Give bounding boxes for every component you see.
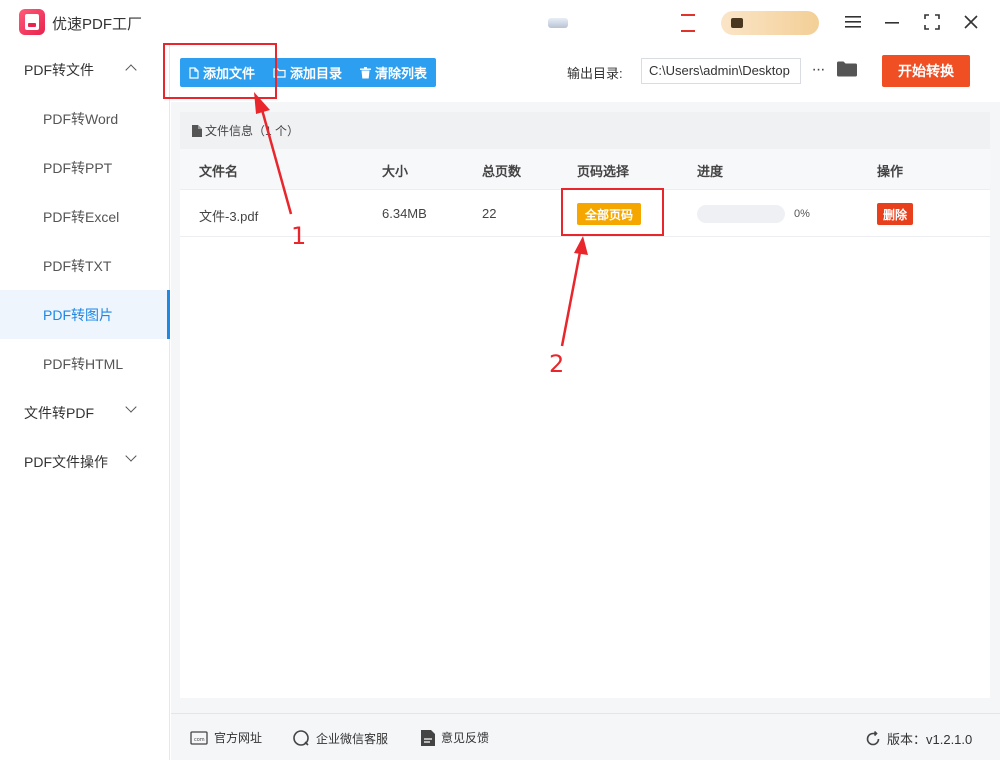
chevron-up-icon xyxy=(125,64,137,76)
sidebar-group-label: PDF转文件 xyxy=(24,61,94,78)
menu-icon[interactable] xyxy=(842,11,864,33)
delete-button[interactable]: 删除 xyxy=(877,203,914,225)
footer: com 官方网址 企业微信客服 意见反馈 版本：v1.2.1.0 xyxy=(171,713,1000,760)
clear-list-button[interactable]: 清除列表 xyxy=(351,58,436,87)
column-header-action: 操作 xyxy=(877,164,904,179)
version-info[interactable]: 版本：v1.2.1.0 xyxy=(865,729,972,748)
feedback-label: 意见反馈 xyxy=(441,731,490,745)
sidebar-item-pdf-to-txt[interactable]: PDF转TXT xyxy=(0,241,170,290)
add-directory-label: 添加目录 xyxy=(290,66,343,81)
page-count: 22 xyxy=(482,206,497,221)
refresh-icon xyxy=(866,730,880,745)
progress-text: 0% xyxy=(794,208,810,220)
chevron-down-icon xyxy=(125,450,137,462)
minimize-icon[interactable] xyxy=(881,11,903,33)
sidebar: PDF转文件 PDF转Word PDF转PPT PDF转Excel PDF转TX… xyxy=(0,44,170,760)
sidebar-item-pdf-to-image[interactable]: PDF转图片 xyxy=(0,290,170,339)
chat-icon xyxy=(293,730,309,746)
feedback-icon xyxy=(421,729,435,746)
sidebar-item-pdf-to-excel[interactable]: PDF转Excel xyxy=(0,192,170,241)
output-path-field[interactable]: C:\Users\admin\Desktop xyxy=(641,58,801,84)
version-label: 版本：v1.2.1.0 xyxy=(887,732,973,747)
sidebar-item-pdf-to-html[interactable]: PDF转HTML xyxy=(0,339,170,388)
document-icon xyxy=(192,124,202,137)
vip-icon xyxy=(731,18,743,28)
website-label: 官方网址 xyxy=(214,731,263,745)
table-header: 文件名 大小 总页数 页码选择 进度 操作 xyxy=(180,149,990,189)
app-title: 优速PDF工厂 xyxy=(52,16,143,33)
column-header-pages: 总页数 xyxy=(482,164,522,179)
file-size: 6.34MB xyxy=(382,206,427,221)
open-folder-icon[interactable] xyxy=(837,61,857,80)
sidebar-group-label: 文件转PDF xyxy=(24,404,94,421)
add-directory-button[interactable]: 添加目录 xyxy=(264,58,351,87)
wechat-service-label: 企业微信客服 xyxy=(316,731,389,746)
chevron-down-icon xyxy=(125,401,137,413)
maximize-icon[interactable] xyxy=(921,11,943,33)
website-icon: com xyxy=(190,730,208,745)
sidebar-group-pdf-to-file[interactable]: PDF转文件 xyxy=(0,45,170,94)
title-bar: 优速PDF工厂 xyxy=(0,0,1000,44)
column-header-size: 大小 xyxy=(382,164,409,179)
svg-text:com: com xyxy=(194,737,205,743)
sidebar-item-pdf-to-word[interactable]: PDF转Word xyxy=(0,94,170,143)
column-header-filename: 文件名 xyxy=(199,164,239,179)
output-directory-label: 输出目录: xyxy=(567,66,623,81)
annotation-box-add-file xyxy=(163,43,277,99)
notice-icon[interactable] xyxy=(681,14,695,32)
file-count: （1 个） xyxy=(253,124,300,138)
clear-list-label: 清除列表 xyxy=(375,66,428,81)
website-link[interactable]: com 官方网址 xyxy=(190,729,262,746)
sidebar-item-pdf-to-ppt[interactable]: PDF转PPT xyxy=(0,143,170,192)
sidebar-group-label: PDF文件操作 xyxy=(24,453,108,470)
promo-icon[interactable] xyxy=(548,18,568,28)
close-icon[interactable] xyxy=(960,11,982,33)
feedback-link[interactable]: 意见反馈 xyxy=(421,729,489,746)
wechat-service-link[interactable]: 企业微信客服 xyxy=(292,729,388,747)
column-header-progress: 进度 xyxy=(697,164,724,179)
app-logo-icon xyxy=(19,9,45,35)
more-options-button[interactable]: ··· xyxy=(808,57,828,83)
start-convert-button[interactable]: 开始转换 xyxy=(882,55,970,87)
file-name: 文件-3.pdf xyxy=(199,209,259,224)
column-header-page-select: 页码选择 xyxy=(577,164,630,179)
progress-bar xyxy=(697,205,785,223)
user-account-badge[interactable] xyxy=(721,11,819,35)
sidebar-group-pdf-operations[interactable]: PDF文件操作 xyxy=(0,437,170,486)
annotation-box-page-select xyxy=(561,188,664,236)
sidebar-group-file-to-pdf[interactable]: 文件转PDF xyxy=(0,388,170,437)
toolbar: 添加文件 添加目录 清除列表 输出目录: C:\Users\admin\Desk… xyxy=(171,44,1000,102)
annotation-number-1: 1 xyxy=(291,222,307,250)
file-info-label: 文件信息 xyxy=(205,124,254,138)
annotation-number-2: 2 xyxy=(549,350,565,378)
trash-icon xyxy=(360,66,372,78)
file-info-header: 文件信息 （1 个） xyxy=(180,112,990,149)
main-area: 添加文件 添加目录 清除列表 输出目录: C:\Users\admin\Desk… xyxy=(171,44,1000,760)
